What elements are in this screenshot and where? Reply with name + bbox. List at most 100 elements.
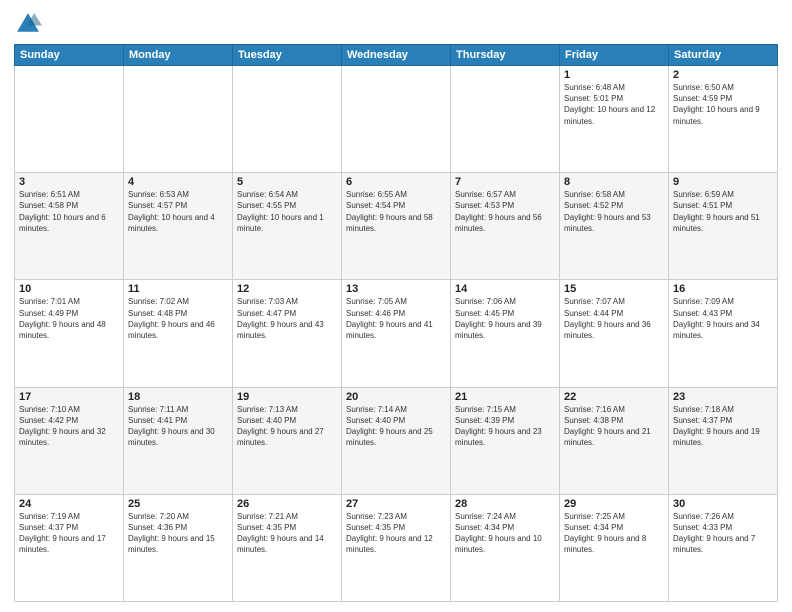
calendar-cell: 29Sunrise: 7:25 AM Sunset: 4:34 PM Dayli…	[560, 494, 669, 601]
day-info: Sunrise: 7:10 AM Sunset: 4:42 PM Dayligh…	[19, 404, 119, 449]
day-number: 3	[19, 176, 119, 188]
day-info: Sunrise: 7:02 AM Sunset: 4:48 PM Dayligh…	[128, 296, 228, 341]
day-info: Sunrise: 7:26 AM Sunset: 4:33 PM Dayligh…	[673, 511, 773, 556]
calendar-cell: 23Sunrise: 7:18 AM Sunset: 4:37 PM Dayli…	[669, 387, 778, 494]
calendar-cell: 5Sunrise: 6:54 AM Sunset: 4:55 PM Daylig…	[233, 173, 342, 280]
day-number: 7	[455, 176, 555, 188]
day-info: Sunrise: 7:01 AM Sunset: 4:49 PM Dayligh…	[19, 296, 119, 341]
day-header: Wednesday	[342, 45, 451, 66]
day-header: Saturday	[669, 45, 778, 66]
day-header: Thursday	[451, 45, 560, 66]
logo-icon	[14, 10, 42, 38]
day-number: 30	[673, 498, 773, 510]
calendar-cell	[342, 66, 451, 173]
calendar-cell: 4Sunrise: 6:53 AM Sunset: 4:57 PM Daylig…	[124, 173, 233, 280]
day-number: 6	[346, 176, 446, 188]
day-number: 23	[673, 391, 773, 403]
calendar-cell: 30Sunrise: 7:26 AM Sunset: 4:33 PM Dayli…	[669, 494, 778, 601]
page: SundayMondayTuesdayWednesdayThursdayFrid…	[0, 0, 792, 612]
day-number: 24	[19, 498, 119, 510]
day-info: Sunrise: 7:21 AM Sunset: 4:35 PM Dayligh…	[237, 511, 337, 556]
day-header: Tuesday	[233, 45, 342, 66]
day-info: Sunrise: 6:53 AM Sunset: 4:57 PM Dayligh…	[128, 189, 228, 234]
day-info: Sunrise: 7:20 AM Sunset: 4:36 PM Dayligh…	[128, 511, 228, 556]
day-number: 20	[346, 391, 446, 403]
calendar-cell: 16Sunrise: 7:09 AM Sunset: 4:43 PM Dayli…	[669, 280, 778, 387]
calendar-cell: 19Sunrise: 7:13 AM Sunset: 4:40 PM Dayli…	[233, 387, 342, 494]
calendar-cell: 21Sunrise: 7:15 AM Sunset: 4:39 PM Dayli…	[451, 387, 560, 494]
calendar-cell: 27Sunrise: 7:23 AM Sunset: 4:35 PM Dayli…	[342, 494, 451, 601]
calendar-cell: 9Sunrise: 6:59 AM Sunset: 4:51 PM Daylig…	[669, 173, 778, 280]
day-info: Sunrise: 7:13 AM Sunset: 4:40 PM Dayligh…	[237, 404, 337, 449]
day-number: 9	[673, 176, 773, 188]
day-number: 10	[19, 283, 119, 295]
calendar-cell: 26Sunrise: 7:21 AM Sunset: 4:35 PM Dayli…	[233, 494, 342, 601]
day-info: Sunrise: 7:07 AM Sunset: 4:44 PM Dayligh…	[564, 296, 664, 341]
day-number: 2	[673, 69, 773, 81]
calendar-cell	[451, 66, 560, 173]
calendar-cell: 15Sunrise: 7:07 AM Sunset: 4:44 PM Dayli…	[560, 280, 669, 387]
day-header: Sunday	[15, 45, 124, 66]
calendar-cell: 2Sunrise: 6:50 AM Sunset: 4:59 PM Daylig…	[669, 66, 778, 173]
day-info: Sunrise: 7:05 AM Sunset: 4:46 PM Dayligh…	[346, 296, 446, 341]
day-number: 27	[346, 498, 446, 510]
calendar-cell	[124, 66, 233, 173]
day-info: Sunrise: 7:23 AM Sunset: 4:35 PM Dayligh…	[346, 511, 446, 556]
day-info: Sunrise: 6:48 AM Sunset: 5:01 PM Dayligh…	[564, 82, 664, 127]
day-info: Sunrise: 6:58 AM Sunset: 4:52 PM Dayligh…	[564, 189, 664, 234]
calendar-cell: 22Sunrise: 7:16 AM Sunset: 4:38 PM Dayli…	[560, 387, 669, 494]
day-number: 25	[128, 498, 228, 510]
day-info: Sunrise: 7:03 AM Sunset: 4:47 PM Dayligh…	[237, 296, 337, 341]
calendar-cell: 14Sunrise: 7:06 AM Sunset: 4:45 PM Dayli…	[451, 280, 560, 387]
calendar-cell	[15, 66, 124, 173]
day-number: 5	[237, 176, 337, 188]
day-number: 18	[128, 391, 228, 403]
day-number: 16	[673, 283, 773, 295]
day-number: 12	[237, 283, 337, 295]
day-info: Sunrise: 6:57 AM Sunset: 4:53 PM Dayligh…	[455, 189, 555, 234]
day-number: 4	[128, 176, 228, 188]
day-number: 28	[455, 498, 555, 510]
calendar-cell: 11Sunrise: 7:02 AM Sunset: 4:48 PM Dayli…	[124, 280, 233, 387]
day-info: Sunrise: 7:19 AM Sunset: 4:37 PM Dayligh…	[19, 511, 119, 556]
calendar-table: SundayMondayTuesdayWednesdayThursdayFrid…	[14, 44, 778, 602]
calendar-row: 24Sunrise: 7:19 AM Sunset: 4:37 PM Dayli…	[15, 494, 778, 601]
day-info: Sunrise: 7:15 AM Sunset: 4:39 PM Dayligh…	[455, 404, 555, 449]
calendar-cell: 13Sunrise: 7:05 AM Sunset: 4:46 PM Dayli…	[342, 280, 451, 387]
day-number: 22	[564, 391, 664, 403]
day-number: 15	[564, 283, 664, 295]
day-info: Sunrise: 7:16 AM Sunset: 4:38 PM Dayligh…	[564, 404, 664, 449]
day-number: 26	[237, 498, 337, 510]
calendar-cell: 6Sunrise: 6:55 AM Sunset: 4:54 PM Daylig…	[342, 173, 451, 280]
calendar-cell: 7Sunrise: 6:57 AM Sunset: 4:53 PM Daylig…	[451, 173, 560, 280]
day-info: Sunrise: 7:24 AM Sunset: 4:34 PM Dayligh…	[455, 511, 555, 556]
day-info: Sunrise: 7:25 AM Sunset: 4:34 PM Dayligh…	[564, 511, 664, 556]
calendar-row: 17Sunrise: 7:10 AM Sunset: 4:42 PM Dayli…	[15, 387, 778, 494]
calendar-cell: 3Sunrise: 6:51 AM Sunset: 4:58 PM Daylig…	[15, 173, 124, 280]
day-info: Sunrise: 6:59 AM Sunset: 4:51 PM Dayligh…	[673, 189, 773, 234]
day-number: 1	[564, 69, 664, 81]
header	[14, 10, 778, 38]
header-row: SundayMondayTuesdayWednesdayThursdayFrid…	[15, 45, 778, 66]
day-info: Sunrise: 6:50 AM Sunset: 4:59 PM Dayligh…	[673, 82, 773, 127]
day-number: 21	[455, 391, 555, 403]
calendar-cell: 20Sunrise: 7:14 AM Sunset: 4:40 PM Dayli…	[342, 387, 451, 494]
calendar-cell: 24Sunrise: 7:19 AM Sunset: 4:37 PM Dayli…	[15, 494, 124, 601]
day-number: 13	[346, 283, 446, 295]
day-number: 17	[19, 391, 119, 403]
day-info: Sunrise: 7:14 AM Sunset: 4:40 PM Dayligh…	[346, 404, 446, 449]
calendar-cell	[233, 66, 342, 173]
day-number: 8	[564, 176, 664, 188]
calendar-cell: 28Sunrise: 7:24 AM Sunset: 4:34 PM Dayli…	[451, 494, 560, 601]
day-number: 11	[128, 283, 228, 295]
day-number: 29	[564, 498, 664, 510]
day-info: Sunrise: 7:11 AM Sunset: 4:41 PM Dayligh…	[128, 404, 228, 449]
day-info: Sunrise: 7:06 AM Sunset: 4:45 PM Dayligh…	[455, 296, 555, 341]
calendar-row: 3Sunrise: 6:51 AM Sunset: 4:58 PM Daylig…	[15, 173, 778, 280]
calendar-cell: 10Sunrise: 7:01 AM Sunset: 4:49 PM Dayli…	[15, 280, 124, 387]
calendar-cell: 8Sunrise: 6:58 AM Sunset: 4:52 PM Daylig…	[560, 173, 669, 280]
logo	[14, 10, 44, 38]
day-info: Sunrise: 7:09 AM Sunset: 4:43 PM Dayligh…	[673, 296, 773, 341]
calendar-cell: 12Sunrise: 7:03 AM Sunset: 4:47 PM Dayli…	[233, 280, 342, 387]
calendar-row: 10Sunrise: 7:01 AM Sunset: 4:49 PM Dayli…	[15, 280, 778, 387]
